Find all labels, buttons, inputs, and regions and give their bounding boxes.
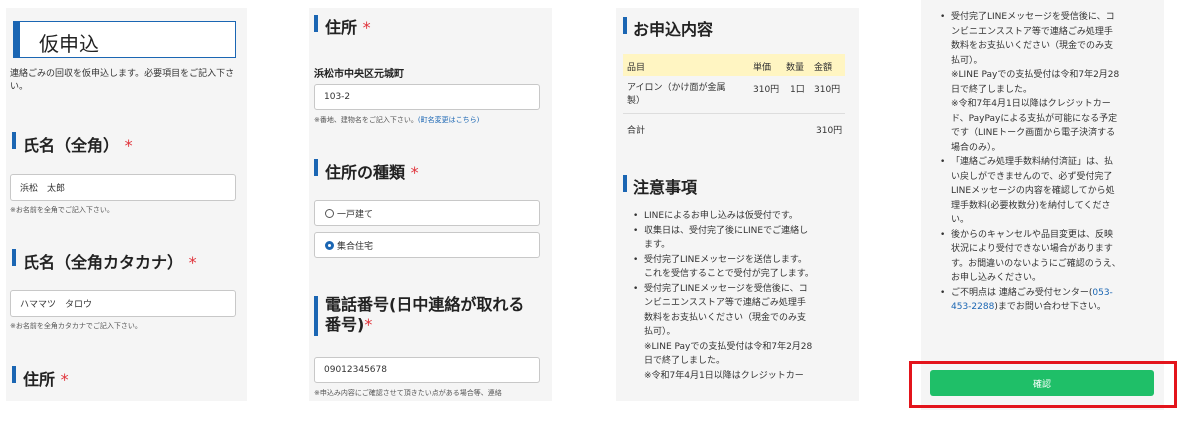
list-item: ンビニエンスストア等で連絡ごみ処理手 bbox=[644, 298, 806, 308]
list-item: 払可）。 bbox=[644, 327, 676, 337]
order-table: 品目 単価 数量 金額 アイロン（かけ面が金属 製） 310円 1口 310円 合… bbox=[623, 54, 847, 144]
list-item: 「連絡ごみ処理手数料納付済証」は、払 bbox=[937, 155, 1161, 170]
list-item: LINEメッセージの内容を確認してから処 bbox=[951, 186, 1115, 196]
phone-input[interactable]: 09012345678 bbox=[314, 357, 540, 383]
list-item: す。お間違いのないようにご確認のうえ、 bbox=[951, 258, 1121, 269]
list-item: 理手数料(必要枚数分)を納付してくださ bbox=[951, 200, 1111, 211]
list-item: い戻しができませんので、必ず受付完了 bbox=[951, 171, 1113, 182]
list-item: 日で終了しました。 bbox=[951, 84, 1033, 95]
form-panel-1: 仮申込 連絡ごみの回収を仮申込します。必要項目をご記入下さい。 氏名（全角） *… bbox=[6, 8, 247, 401]
city-value: 浜松市中央区元城町 bbox=[314, 69, 404, 80]
table-total-row: 合計 310円 bbox=[627, 126, 843, 136]
order-title: お申込内容 bbox=[633, 20, 714, 39]
phone-label: 電話番号(日中連絡が取れる 番号)* bbox=[325, 295, 525, 334]
list-item: ド、PayPayによる支払が可能になる予定 bbox=[951, 113, 1118, 124]
form-panel-2: 住所 * 浜松市中央区元城町 103-2 ※番地、建物名をご記入下さい。(町名変… bbox=[309, 8, 552, 401]
list-item: ※令和7年4月1日以降はクレジットカー bbox=[951, 99, 1111, 109]
name-input[interactable]: 浜松 太郎 bbox=[10, 174, 236, 201]
list-item: です（LINEトーク画面から電子決済する bbox=[951, 128, 1116, 138]
list-item: 453-2288)までお問い合わせ下さい。 bbox=[951, 302, 1106, 312]
list-item: 後からのキャンセルや品目変更は、反映 bbox=[937, 228, 1161, 243]
address-label: 住所 * bbox=[325, 18, 371, 37]
list-item: これを受信することで受付が完了します。 bbox=[644, 269, 814, 279]
list-item: ※LINE Payでの支払受付は令和7年2月28 bbox=[644, 341, 813, 352]
page-title-box: 仮申込 bbox=[13, 21, 236, 58]
list-item: 状況により受付できない場合があります bbox=[951, 244, 1113, 254]
list-item: 場合のみ）。 bbox=[951, 142, 1001, 153]
list-item: 受付完了LINEメッセージを送信します。 bbox=[630, 253, 852, 268]
address-type-label: 住所の種類 * bbox=[325, 163, 419, 182]
list-item: ※令和7年4月1日以降はクレジットカー bbox=[644, 370, 804, 381]
radio-apartment[interactable]: 集合住宅 bbox=[314, 232, 540, 258]
radio-selected-icon bbox=[325, 240, 334, 250]
list-item: 払可）。 bbox=[951, 55, 983, 66]
list-item: お申し込みください。 bbox=[951, 273, 1042, 283]
page-title: 仮申込 bbox=[39, 32, 99, 56]
list-item: 受付完了LINEメッセージを受信後に、コ bbox=[937, 10, 1161, 25]
table-row: アイロン（かけ面が金属 製） 310円 1口 310円 bbox=[623, 76, 845, 114]
highlight-box bbox=[909, 361, 1177, 408]
kana-help: ※お名前を全角カタカナでご記入下さい。 bbox=[10, 322, 142, 330]
table-header: 品目 単価 数量 金額 bbox=[623, 54, 845, 76]
notes-list: LINEによるお申し込みは仮受付です。 収集日は、受付完了後にLINEでご連絡し… bbox=[630, 209, 852, 383]
list-item: 数料をお支払いください（現金でのみ支 bbox=[951, 41, 1114, 51]
address-change-link[interactable]: (町名変更はこちら) bbox=[418, 116, 479, 124]
address-input[interactable]: 103-2 bbox=[314, 84, 540, 110]
list-item: 数料をお支払いください（現金でのみ支 bbox=[644, 312, 807, 323]
address-help: ※番地、建物名をご記入下さい。(町名変更はこちら) bbox=[314, 116, 480, 124]
notes-panel: 受付完了LINEメッセージを受信後に、コ ンビニエンスストア等で連絡ごみ処理手 … bbox=[921, 0, 1164, 410]
radio-icon bbox=[325, 208, 334, 218]
order-panel: お申込内容 品目 単価 数量 金額 アイロン（かけ面が金属 製） 310円 1口 … bbox=[616, 8, 859, 401]
phone-help: ※申込み内容にご確認させて頂きたい点がある場合等、連絡 bbox=[314, 389, 502, 397]
notes-title: 注意事項 bbox=[633, 178, 698, 197]
list-item: 収集日は、受付完了後にLINEでご連絡し bbox=[630, 224, 852, 239]
notes-list-continued: 受付完了LINEメッセージを受信後に、コ ンビニエンスストア等で連絡ごみ処理手 … bbox=[937, 10, 1161, 315]
list-item: ※LINE Payでの支払受付は令和7年2月28 bbox=[951, 70, 1120, 80]
kana-label: 氏名（全角カタカナ） * bbox=[23, 253, 197, 272]
address-label: 住所 * bbox=[23, 370, 69, 389]
list-item: ます。 bbox=[644, 240, 671, 250]
list-item: ンビニエンスストア等で連絡ごみ処理手 bbox=[951, 26, 1113, 37]
list-item: ご不明点は 連絡ごみ受付センター(053- bbox=[937, 286, 1161, 301]
phone-link[interactable]: 053- bbox=[1092, 288, 1112, 298]
phone-link[interactable]: 453-2288 bbox=[951, 302, 994, 312]
list-item: 日で終了しました。 bbox=[644, 356, 726, 366]
list-item: LINEによるお申し込みは仮受付です。 bbox=[630, 209, 852, 224]
kana-input[interactable]: ハママツ タロウ bbox=[10, 290, 236, 317]
list-item: 受付完了LINEメッセージを受信後に、コ bbox=[630, 282, 852, 297]
name-help: ※お名前を全角でご記入下さい。 bbox=[10, 206, 114, 214]
list-item: い。 bbox=[951, 215, 970, 225]
intro-text: 連絡ごみの回収を仮申込します。必要項目をご記入下さい。 bbox=[10, 69, 235, 92]
radio-house[interactable]: 一戸建て bbox=[314, 200, 540, 226]
name-label: 氏名（全角） * bbox=[23, 136, 133, 155]
